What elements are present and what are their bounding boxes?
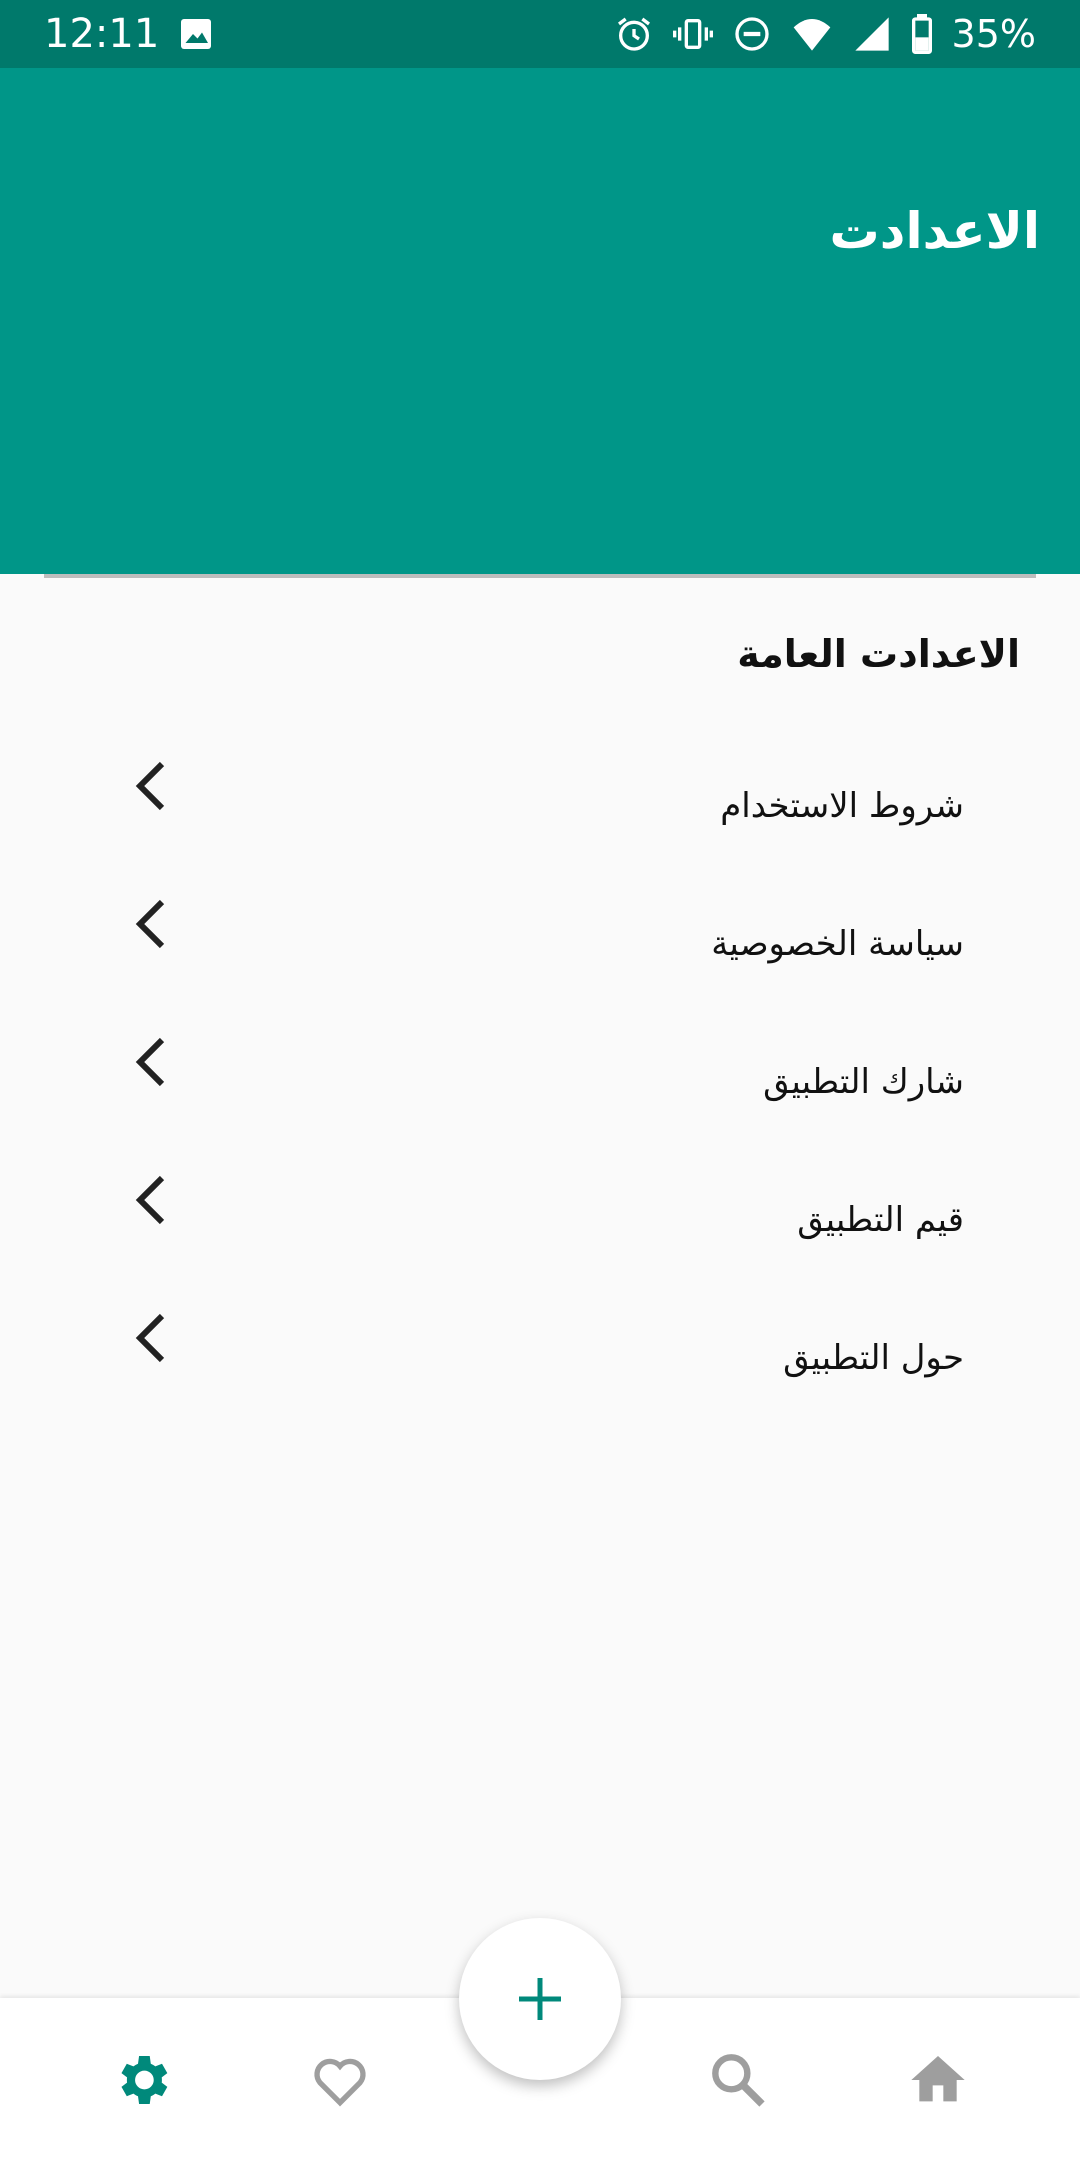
settings-item-label: شروط الاستخدام [720, 786, 964, 826]
home-icon[interactable] [906, 2048, 970, 2112]
chevron-left-icon [135, 761, 165, 811]
chevron-left-icon [135, 1037, 165, 1087]
settings-item-label: سياسة الخصوصية [711, 924, 964, 964]
plus-icon [519, 1978, 561, 2020]
settings-item-privacy[interactable]: سياسة الخصوصية [0, 878, 1080, 1016]
chevron-left-icon [135, 899, 165, 949]
settings-item-label: شارك التطبيق [763, 1062, 964, 1102]
settings-icon[interactable] [110, 2048, 174, 2112]
settings-item-label: قيم التطبيق [797, 1200, 964, 1240]
status-time: 12:11 [44, 11, 160, 57]
settings-item-terms[interactable]: شروط الاستخدام [0, 740, 1080, 878]
settings-item-rate[interactable]: قيم التطبيق [0, 1154, 1080, 1292]
status-icons: 35% [614, 10, 1036, 58]
chevron-left-icon [135, 1175, 165, 1225]
signal-icon [854, 17, 889, 51]
battery-icon [911, 14, 932, 54]
chevron-left-icon [135, 1313, 165, 1363]
divider [44, 574, 1036, 578]
battery-percent: 35% [951, 12, 1036, 56]
dnd-icon [734, 17, 769, 51]
settings-item-about[interactable]: حول التطبيق [0, 1292, 1080, 1430]
settings-item-label: حول التطبيق [783, 1338, 964, 1378]
section-title: الاعدادت العامة [737, 632, 1020, 676]
vibrate-icon [672, 19, 713, 49]
add-button[interactable] [459, 1918, 621, 2080]
alarm-icon [617, 17, 650, 51]
heart-icon[interactable] [308, 2048, 372, 2112]
wifi-icon [793, 19, 830, 51]
search-icon[interactable] [706, 2048, 770, 2112]
status-bar: 12:11 35% [0, 0, 1080, 68]
page-title: الاعدادت [829, 202, 1040, 260]
gallery-icon [181, 19, 211, 49]
settings-item-share[interactable]: شارك التطبيق [0, 1016, 1080, 1154]
app-bar: الاعدادت [0, 68, 1080, 574]
